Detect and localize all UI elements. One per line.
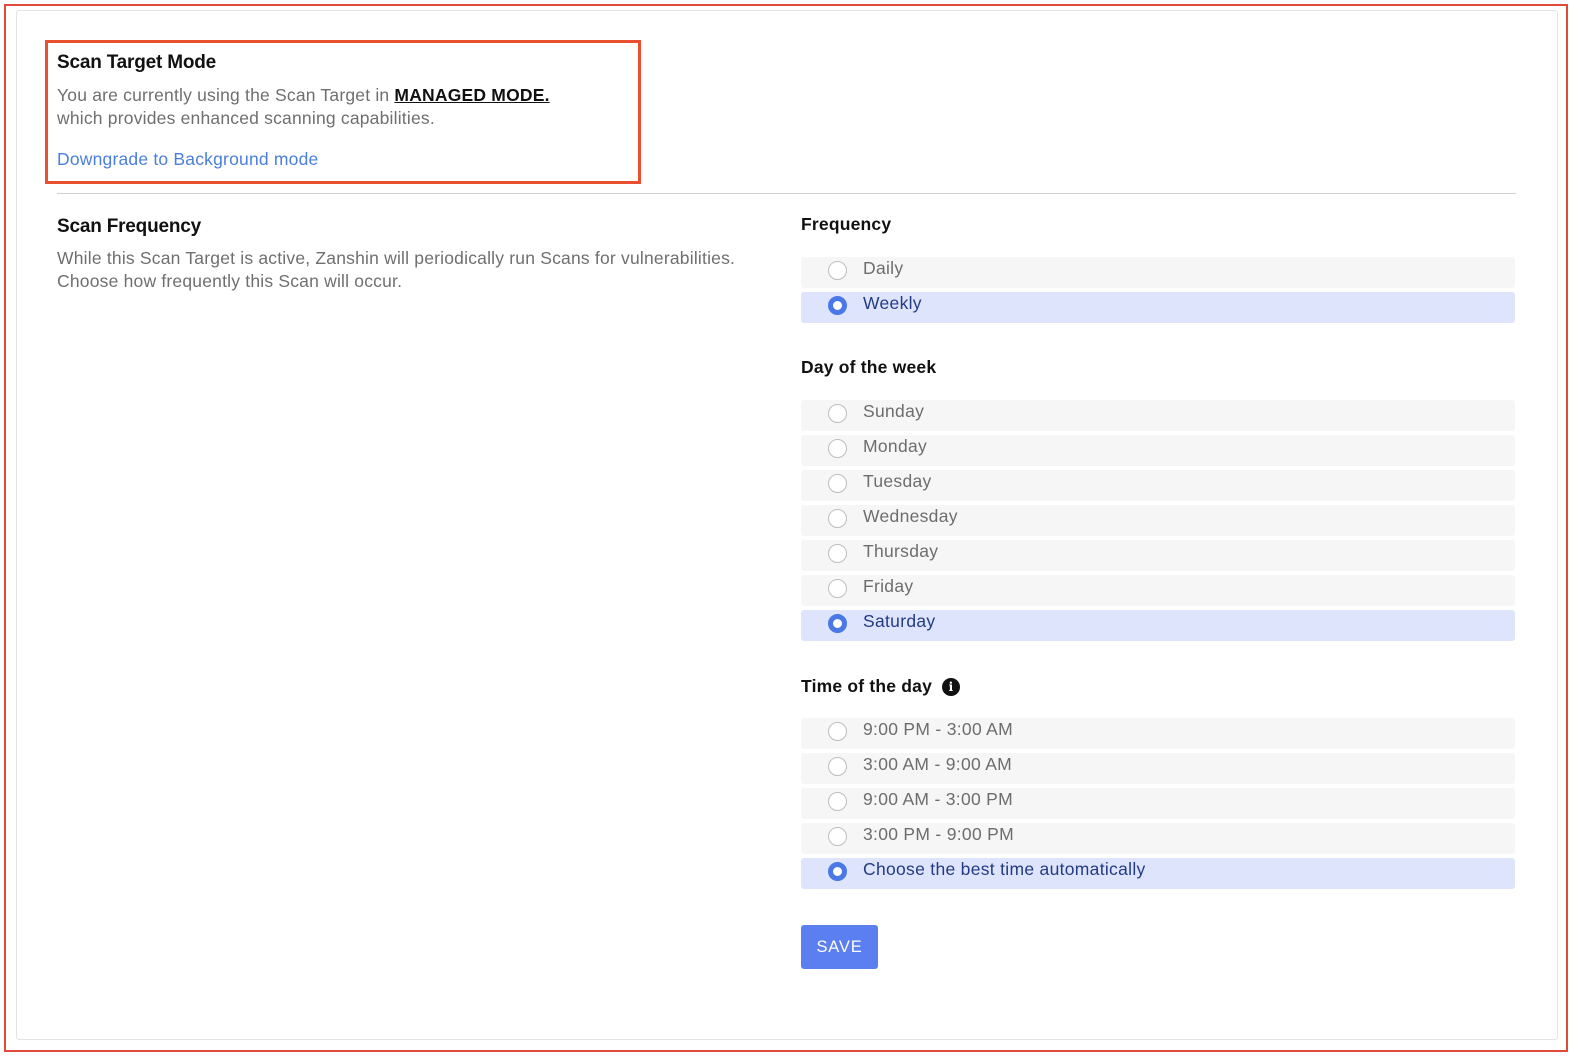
option-label: Tuesday: [863, 471, 932, 491]
radio-unselected-icon[interactable]: [828, 404, 847, 423]
option-label: 3:00 PM - 9:00 PM: [863, 824, 1014, 844]
mode-description-suffix: which provides enhanced scanning capabil…: [57, 108, 435, 128]
day-of-week-option[interactable]: Wednesday: [801, 505, 1515, 536]
radio-unselected-icon[interactable]: [828, 261, 847, 280]
radio-unselected-icon[interactable]: [828, 792, 847, 811]
time-of-day-option[interactable]: 9:00 AM - 3:00 PM: [801, 788, 1515, 819]
day-of-week-option[interactable]: Saturday: [801, 610, 1515, 641]
section-divider: [57, 193, 1516, 194]
frequency-label: Frequency: [801, 214, 892, 234]
scan-frequency-title: Scan Frequency: [57, 216, 201, 237]
option-label: Sunday: [863, 401, 925, 421]
option-label: Monday: [863, 436, 928, 456]
radio-unselected-icon[interactable]: [828, 579, 847, 598]
scan-target-mode-title: Scan Target Mode: [57, 52, 217, 73]
downgrade-link[interactable]: Downgrade to Background mode: [57, 149, 318, 170]
day-of-week-option[interactable]: Thursday: [801, 540, 1515, 571]
frequency-option[interactable]: Daily: [801, 257, 1515, 288]
radio-unselected-icon[interactable]: [828, 722, 847, 741]
option-label: 9:00 PM - 3:00 AM: [863, 719, 1014, 739]
time-of-day-options: 9:00 PM - 3:00 AM 3:00 AM - 9:00 AM 9:00 A…: [801, 718, 1515, 893]
time-of-day-option[interactable]: 9:00 PM - 3:00 AM: [801, 718, 1515, 749]
day-of-week-option[interactable]: Friday: [801, 575, 1515, 606]
radio-selected-icon[interactable]: [828, 614, 847, 633]
day-of-week-options: Sunday Monday Tuesday Wednesday Thursday Frid…: [801, 400, 1515, 645]
option-label: Choose the best time automatically: [863, 859, 1146, 879]
radio-selected-icon[interactable]: [828, 862, 847, 881]
time-of-day-option[interactable]: 3:00 AM - 9:00 AM: [801, 753, 1515, 784]
mode-description-prefix: You are currently using the Scan Target …: [57, 85, 390, 105]
scan-target-mode-description: You are currently using the Scan Target …: [57, 84, 637, 130]
option-label: Saturday: [863, 611, 936, 631]
time-of-day-label: Time of the day: [801, 676, 933, 696]
day-of-week-option[interactable]: Sunday: [801, 400, 1515, 431]
radio-unselected-icon[interactable]: [828, 827, 847, 846]
info-icon[interactable]: i: [942, 677, 961, 696]
radio-unselected-icon[interactable]: [828, 439, 847, 458]
day-of-week-option[interactable]: Tuesday: [801, 470, 1515, 501]
radio-selected-icon[interactable]: [828, 296, 847, 315]
frequency-option[interactable]: Weekly: [801, 292, 1515, 323]
mode-name: MANAGED MODE.: [394, 85, 550, 105]
radio-unselected-icon[interactable]: [828, 509, 847, 528]
option-label: Weekly: [863, 293, 922, 313]
option-label: Friday: [863, 576, 914, 596]
radio-unselected-icon[interactable]: [828, 757, 847, 776]
option-label: 9:00 AM - 3:00 PM: [863, 789, 1014, 809]
option-label: Wednesday: [863, 506, 958, 526]
option-label: Thursday: [863, 541, 939, 561]
scan-frequency-description: While this Scan Target is active, Zanshi…: [57, 248, 736, 291]
time-of-day-label-row: Time of the day i: [801, 676, 961, 697]
frequency-options: Daily Weekly: [801, 257, 1515, 327]
option-label: Daily: [863, 258, 904, 278]
save-button[interactable]: SAVE: [801, 925, 878, 969]
day-of-week-label: Day of the week: [801, 357, 937, 377]
day-of-week-option[interactable]: Monday: [801, 435, 1515, 466]
option-label: 3:00 AM - 9:00 AM: [863, 754, 1013, 774]
radio-unselected-icon[interactable]: [828, 474, 847, 493]
time-of-day-option[interactable]: 3:00 PM - 9:00 PM: [801, 823, 1515, 854]
time-of-day-option[interactable]: Choose the best time automatically: [801, 858, 1515, 889]
radio-unselected-icon[interactable]: [828, 544, 847, 563]
